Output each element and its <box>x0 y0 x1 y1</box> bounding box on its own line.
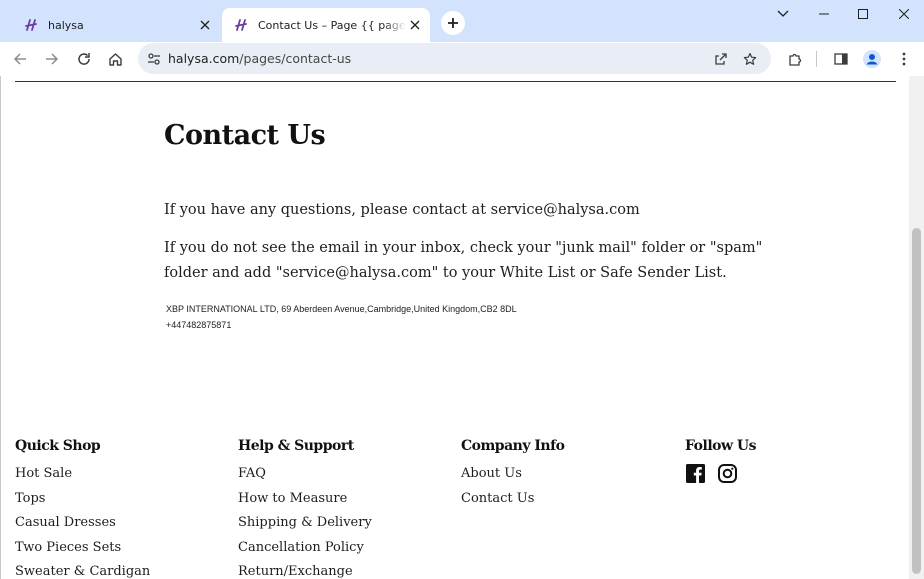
profile-button[interactable] <box>860 47 884 71</box>
reload-icon <box>78 53 90 65</box>
footer-link-two-pieces-sets[interactable]: Two Pieces Sets <box>15 536 150 561</box>
extensions-button[interactable] <box>783 47 807 71</box>
side-panel-icon <box>834 53 848 65</box>
company-address: XBP INTERNATIONAL LTD, 69 Aberdeen Avenu… <box>166 304 517 314</box>
tab-title: halysa <box>48 18 84 32</box>
close-tab-icon[interactable] <box>196 16 214 34</box>
share-button[interactable] <box>709 47 733 71</box>
url-domain: halysa.com <box>168 51 240 66</box>
bookmark-button[interactable] <box>738 47 762 71</box>
puzzle-icon <box>788 53 801 66</box>
address-bar[interactable]: halysa.com/pages/contact-us <box>138 43 771 74</box>
company-phone: +447482875871 <box>166 320 232 330</box>
chevron-down-icon <box>777 10 789 17</box>
toolbar-divider <box>816 51 817 67</box>
arrow-right-icon <box>46 53 59 65</box>
tab-title: Contact Us – Page {{ page }} – halysa <box>258 18 406 32</box>
footer-heading: Quick Shop <box>15 438 101 454</box>
halysa-favicon-icon <box>24 18 38 32</box>
reload-button[interactable] <box>72 47 96 71</box>
maximize-button[interactable] <box>843 0 883 28</box>
instagram-icon[interactable] <box>717 463 737 483</box>
close-tab-icon[interactable] <box>406 16 424 34</box>
menu-button[interactable] <box>892 47 916 71</box>
page-scrollbar[interactable] <box>909 76 924 579</box>
tab-strip: halysa Contact Us – Page {{ page }} – ha… <box>0 0 924 42</box>
footer-heading: Help & Support <box>238 438 354 454</box>
footer-link-sweater-cardigan[interactable]: Sweater & Cardigan <box>15 560 150 579</box>
close-window-button[interactable] <box>884 0 924 28</box>
footer-link-faq[interactable]: FAQ <box>238 462 372 487</box>
footer-heading: Follow Us <box>685 438 757 454</box>
minimize-icon <box>819 13 829 15</box>
footer-link-tops[interactable]: Tops <box>15 487 150 512</box>
tab-halysa[interactable]: halysa <box>8 8 220 42</box>
footer-link-about-us[interactable]: About Us <box>461 462 564 487</box>
tab-contact-us[interactable]: Contact Us – Page {{ page }} – halysa <box>222 8 430 42</box>
share-icon <box>715 53 727 65</box>
window-border <box>0 76 1 579</box>
home-icon <box>108 52 122 66</box>
web-page: Contact Us If you have any questions, pl… <box>0 76 924 579</box>
url-text: halysa.com/pages/contact-us <box>168 51 351 66</box>
scrollbar-thumb[interactable] <box>912 228 921 574</box>
browser-toolbar: halysa.com/pages/contact-us <box>0 42 924 76</box>
footer-quick-shop: Quick Shop Hot Sale Tops Casual Dresses … <box>15 436 150 579</box>
footer-company-info: Company Info About Us Contact Us <box>461 436 565 512</box>
url-path: /pages/contact-us <box>239 51 352 66</box>
footer-link-how-to-measure[interactable]: How to Measure <box>238 487 372 512</box>
facebook-icon[interactable] <box>685 463 705 483</box>
arrow-left-icon <box>13 53 26 65</box>
minimize-button[interactable] <box>804 0 844 28</box>
header-divider <box>15 81 896 82</box>
footer-link-shipping-delivery[interactable]: Shipping & Delivery <box>238 511 372 536</box>
footer-link-cancellation-policy[interactable]: Cancellation Policy <box>238 536 372 561</box>
side-panel-button[interactable] <box>829 47 853 71</box>
footer-link-hot-sale[interactable]: Hot Sale <box>15 462 150 487</box>
footer-link-casual-dresses[interactable]: Casual Dresses <box>15 511 150 536</box>
footer-link-contact-us[interactable]: Contact Us <box>461 487 564 512</box>
back-button[interactable] <box>8 47 32 71</box>
star-icon <box>743 52 757 65</box>
spam-notice-paragraph: If you do not see the email in your inbo… <box>164 240 763 281</box>
footer-help-support: Help & Support FAQ How to Measure Shippi… <box>238 436 372 579</box>
new-tab-button[interactable] <box>441 11 465 35</box>
maximize-icon <box>858 9 868 19</box>
tab-search-button[interactable] <box>763 0 803 28</box>
footer-link-return-exchange[interactable]: Return/Exchange <box>238 560 372 579</box>
home-button[interactable] <box>103 47 127 71</box>
footer-heading: Company Info <box>461 438 565 454</box>
footer-follow-us: Follow Us <box>685 436 757 483</box>
close-icon <box>899 9 909 19</box>
forward-button[interactable] <box>40 47 64 71</box>
halysa-favicon-icon <box>234 18 248 32</box>
contact-paragraph: If you have any questions, please contac… <box>164 202 640 218</box>
plus-icon <box>448 18 458 28</box>
page-title: Contact Us <box>164 120 326 151</box>
profile-avatar-icon <box>863 50 881 68</box>
more-vertical-icon <box>902 52 906 66</box>
site-info-icon[interactable] <box>145 50 163 68</box>
